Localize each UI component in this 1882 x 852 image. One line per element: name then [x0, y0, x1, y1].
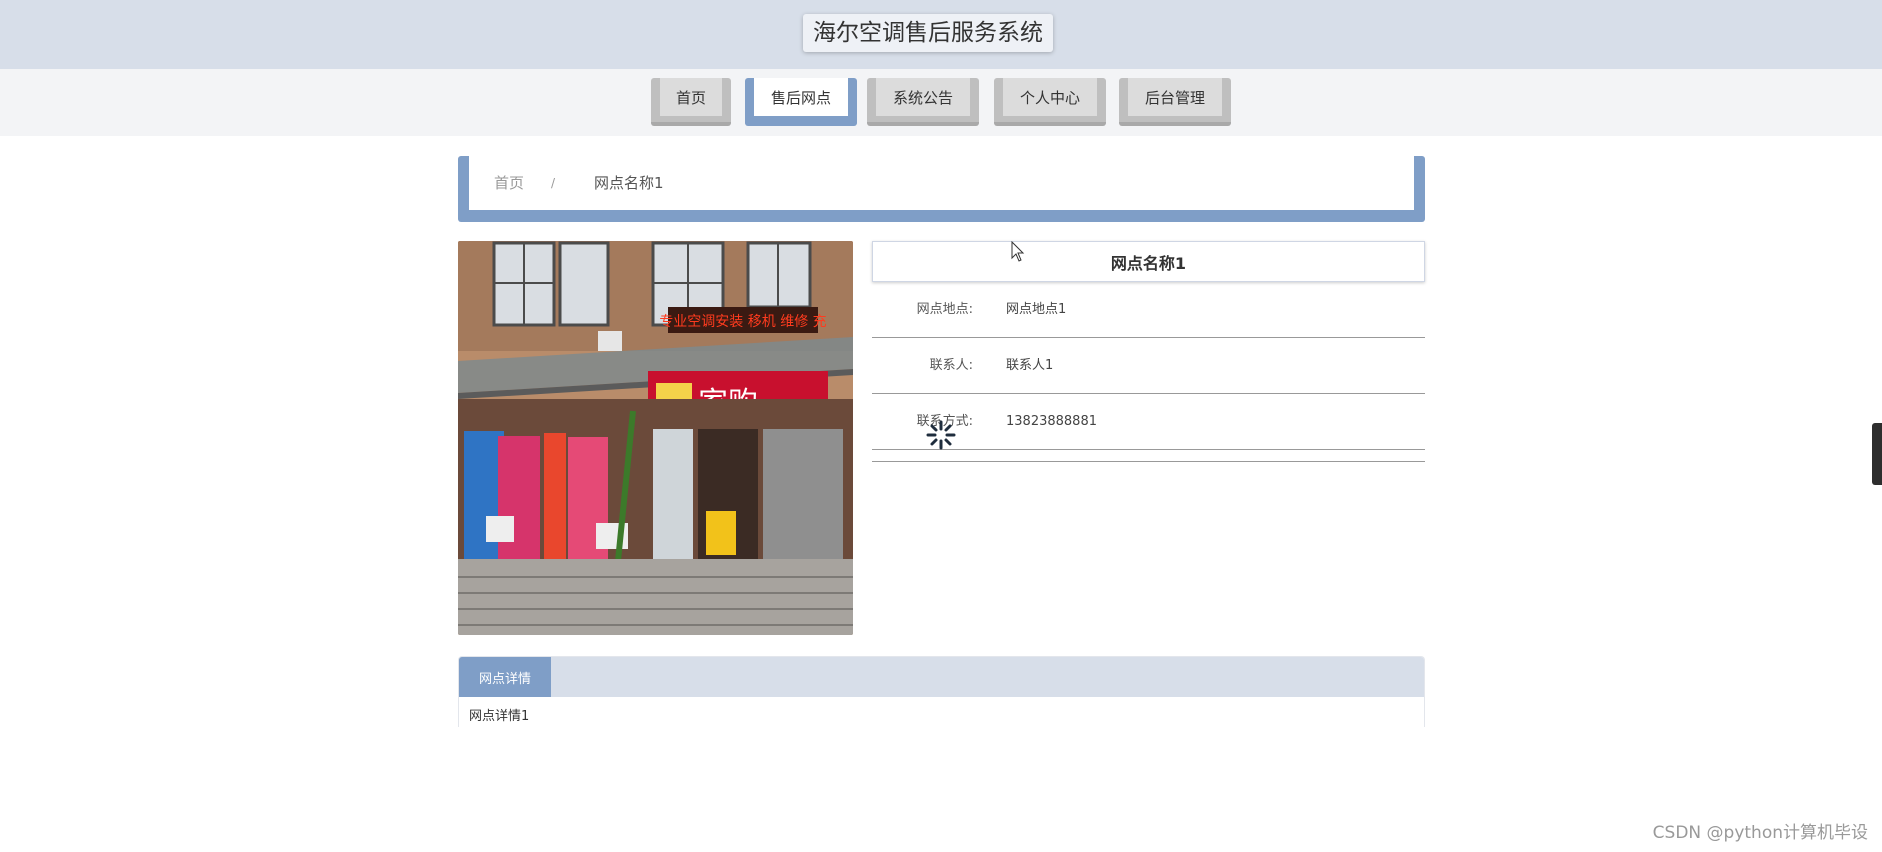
- nav-item-home[interactable]: 首页: [651, 78, 731, 126]
- top-header: 海尔空调售后服务系统: [0, 0, 1882, 69]
- watermark: CSDN @python计算机毕设: [1652, 823, 1868, 843]
- store-photo: 专业空调安装 移机 维修 充 家购: [458, 241, 853, 635]
- breadcrumb-separator: /: [551, 176, 556, 190]
- nav-item-admin[interactable]: 后台管理: [1119, 78, 1231, 126]
- info-label: 网点地点:: [916, 302, 973, 317]
- divider: [872, 461, 1425, 462]
- side-drawer-handle[interactable]: [1872, 423, 1882, 485]
- nav-item-label: 系统公告: [876, 78, 970, 116]
- info-value: 13823888881: [1006, 414, 1097, 429]
- breadcrumb-home-link[interactable]: 首页: [494, 156, 524, 210]
- nav-item-personal-center[interactable]: 个人中心: [994, 78, 1106, 126]
- detail-panel: 网点详情 网点详情1: [458, 656, 1425, 727]
- nav-item-service-points[interactable]: 售后网点: [745, 78, 857, 126]
- info-row-contact: 联系人: 联系人1: [872, 338, 1425, 394]
- nav-item-label: 个人中心: [1003, 78, 1097, 116]
- nav-item-announcements[interactable]: 系统公告: [867, 78, 979, 126]
- photo-led-sign: 专业空调安装 移机 维修 充: [659, 314, 826, 330]
- info-row-location: 网点地点: 网点地点1: [872, 282, 1425, 338]
- site-title: 海尔空调售后服务系统: [803, 14, 1053, 52]
- breadcrumb-current: 网点名称1: [594, 174, 664, 192]
- nav-item-label: 首页: [660, 78, 722, 116]
- nav-item-label: 后台管理: [1128, 78, 1222, 116]
- detail-tab-bar: 网点详情: [459, 657, 1424, 697]
- info-label: 联系人:: [929, 358, 973, 373]
- info-label: 联系方式:: [916, 414, 973, 429]
- nav-item-label: 售后网点: [754, 78, 848, 116]
- store-name-title: 网点名称1: [872, 241, 1425, 282]
- detail-content: 网点详情1: [469, 709, 530, 724]
- mouse-cursor-icon: [1011, 241, 1025, 262]
- tab-store-details[interactable]: 网点详情: [459, 657, 551, 697]
- loading-spinner-icon: [926, 420, 956, 450]
- info-value: 网点地点1: [1006, 302, 1067, 317]
- breadcrumb-inner: 首页 / 网点名称1: [469, 156, 1414, 210]
- breadcrumb: 首页 / 网点名称1: [458, 156, 1425, 222]
- info-value: 联系人1: [1006, 358, 1054, 373]
